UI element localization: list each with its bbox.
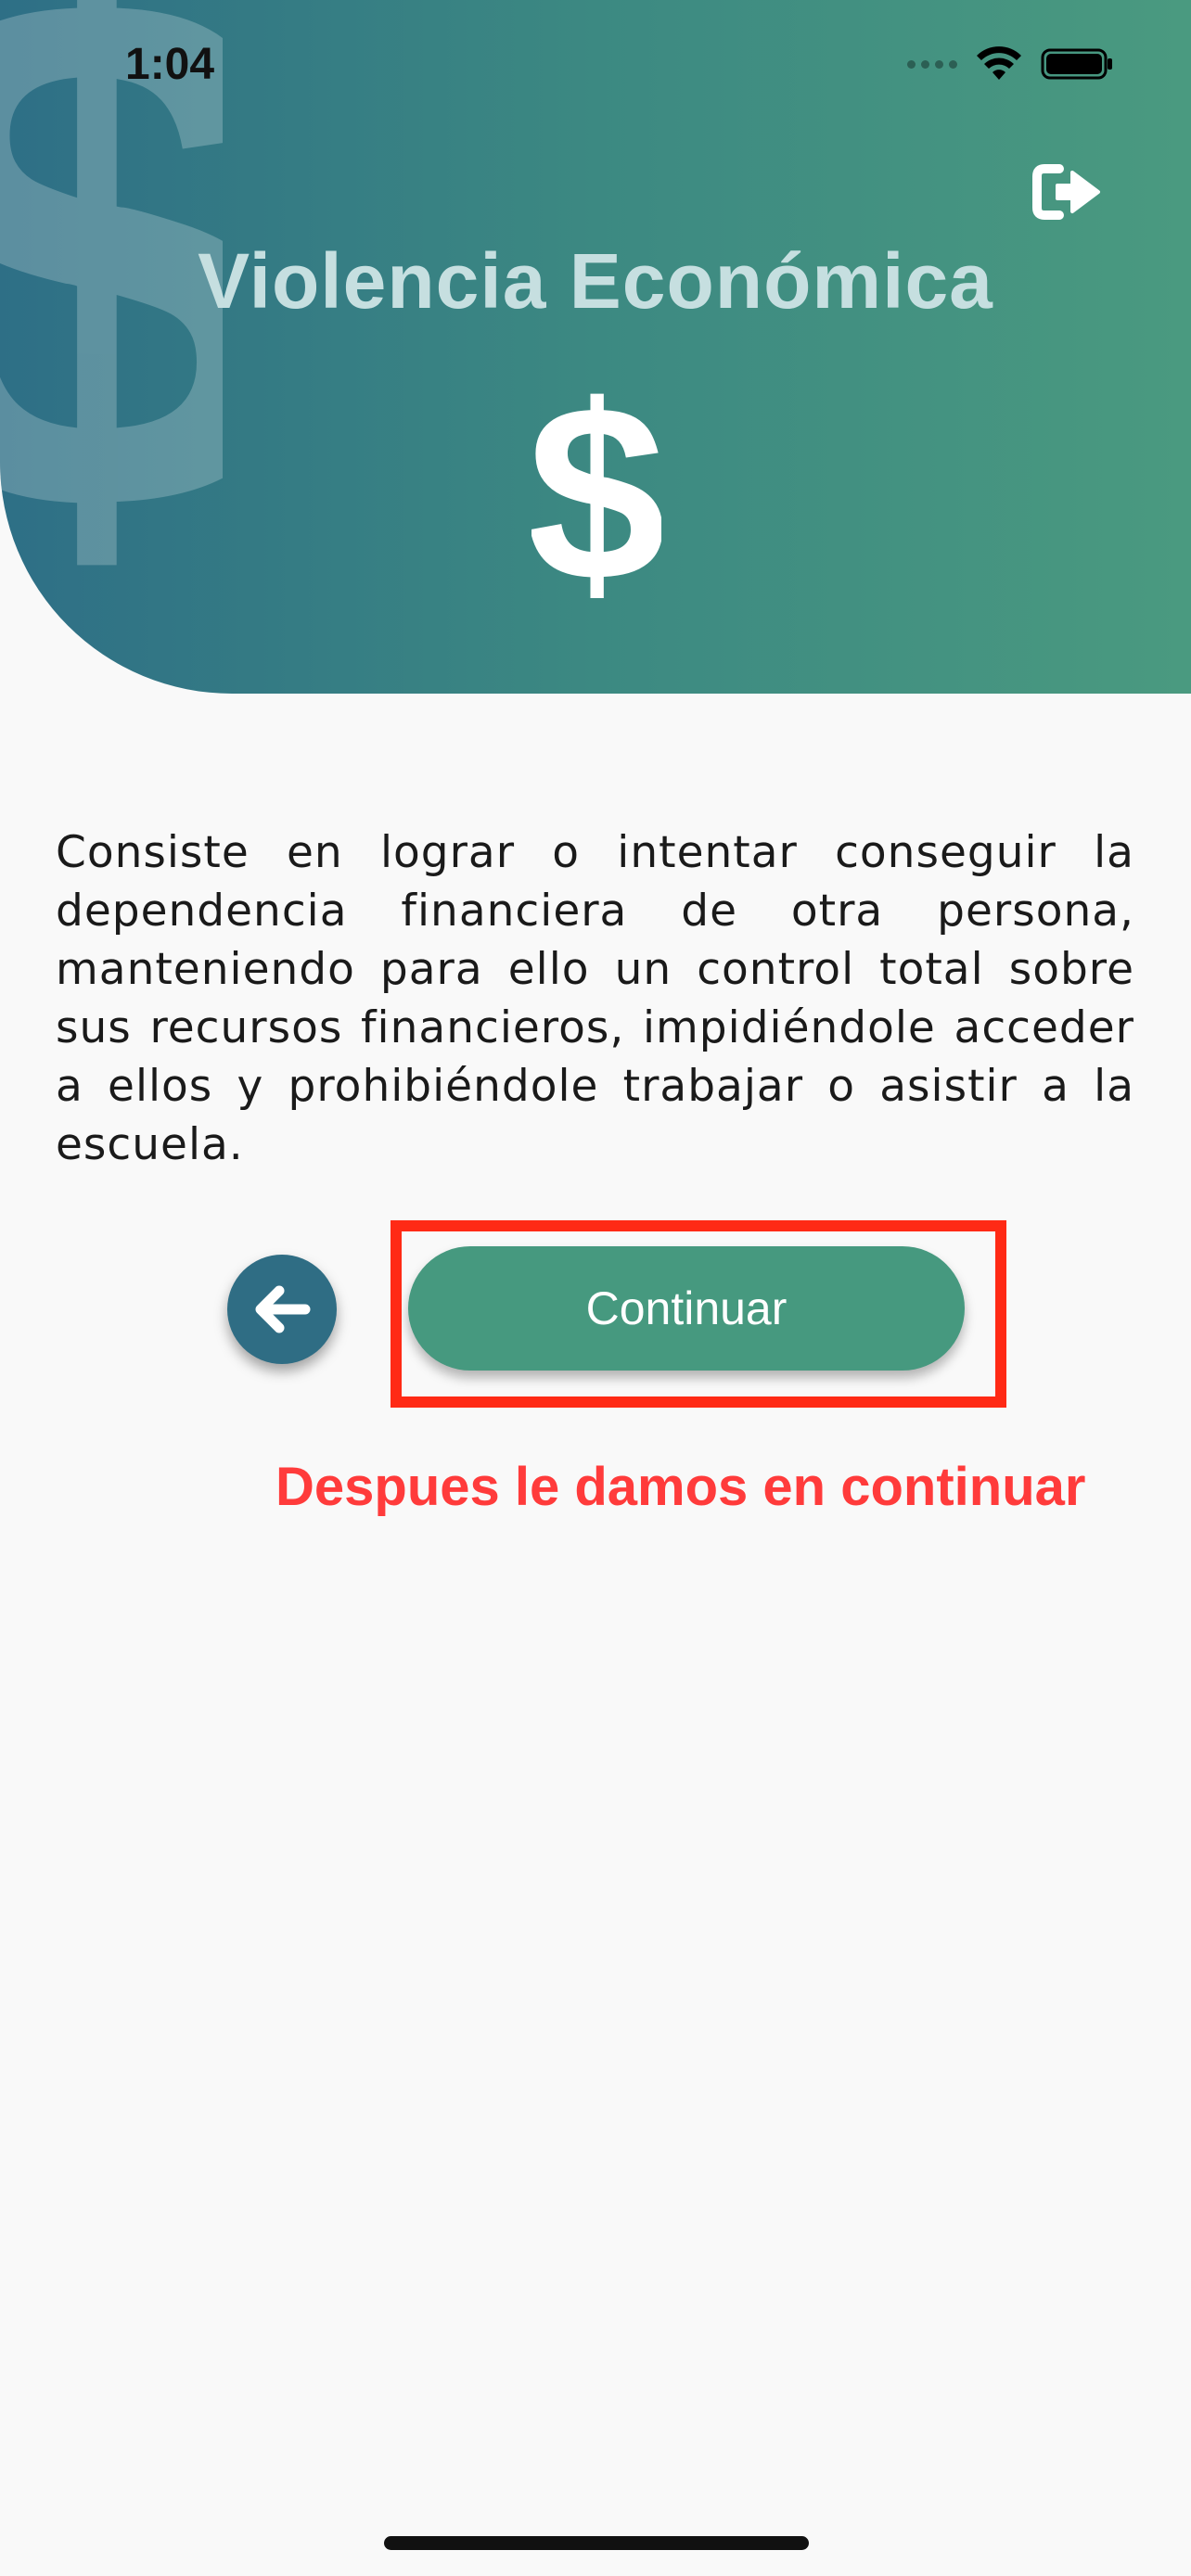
description-text: Consiste en lograr o intentar conseguir … <box>56 827 1134 1170</box>
logout-icon[interactable] <box>1031 163 1102 221</box>
annotation-text: Despues le damos en continuar <box>275 1457 1086 1517</box>
highlight-annotation-box <box>391 1220 1006 1408</box>
page-title: Violencia Económica <box>198 237 993 325</box>
screen: $ 1:04 Violencia Económica $ Consiste en… <box>0 0 1191 2576</box>
battery-icon <box>1041 48 1112 80</box>
wifi-icon <box>977 46 1021 80</box>
back-button[interactable] <box>227 1255 337 1364</box>
cellular-signal-icon <box>907 59 957 69</box>
status-indicators <box>907 46 1115 82</box>
svg-text:$: $ <box>531 385 661 617</box>
home-indicator[interactable] <box>384 2536 809 2550</box>
dollar-icon: $ <box>531 385 661 617</box>
header-banner: $ 1:04 Violencia Económica $ <box>0 0 1191 694</box>
status-time: 1:04 <box>125 40 215 89</box>
arrow-left-icon <box>255 1285 311 1333</box>
